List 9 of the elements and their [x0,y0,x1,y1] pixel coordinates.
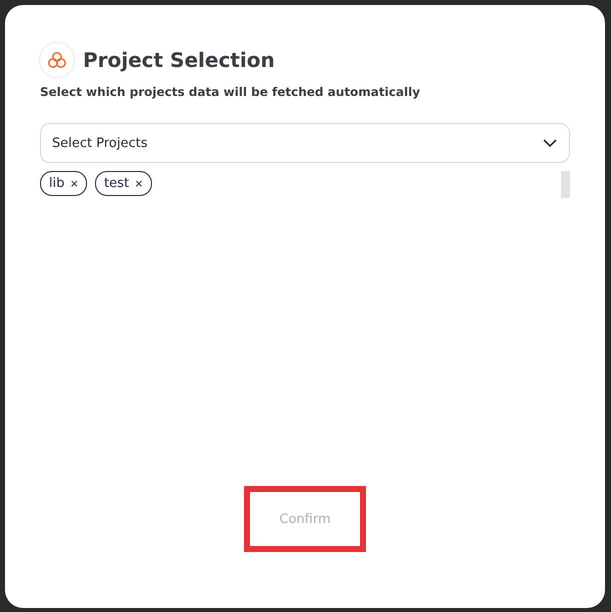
dialog-subtitle: Select which projects data will be fetched automatically [40,85,422,99]
chevron-icon [543,139,557,147]
chip-label: test [104,176,130,191]
project-select[interactable]: Select Projects [40,123,570,163]
scrollbar-thumb[interactable] [561,171,570,198]
remove-button[interactable]: × [135,177,143,190]
remove-button[interactable]: × [70,177,78,190]
chip-label: lib [49,176,64,191]
dialog-title: Project Selection [83,48,275,72]
